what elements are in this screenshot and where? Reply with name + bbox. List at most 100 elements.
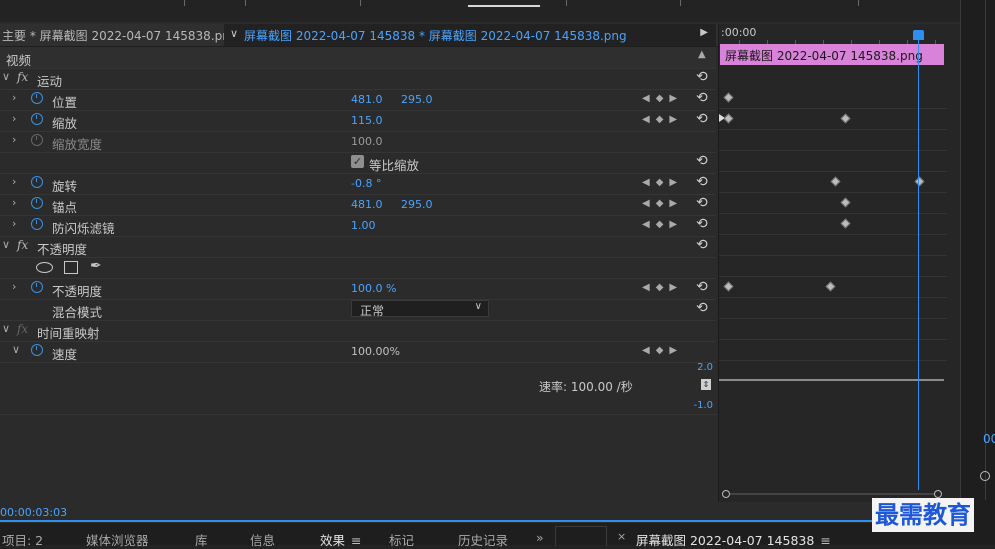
stopwatch-icon[interactable] bbox=[31, 92, 43, 104]
rectangle-mask-icon[interactable] bbox=[64, 261, 78, 274]
anti-flicker-value[interactable]: 1.00 bbox=[351, 219, 376, 232]
anchor-y-value[interactable]: 295.0 bbox=[401, 198, 433, 211]
keyframe-marker[interactable] bbox=[840, 218, 851, 229]
opacity-param-row[interactable]: › 不透明度 100.0 % ◀◆▶ ⟲ bbox=[0, 278, 716, 300]
opacity-effect-row[interactable]: ∨ fx 不透明度 ⟲ bbox=[0, 236, 716, 258]
chevron-right-icon[interactable]: › bbox=[12, 175, 16, 188]
collapse-up-icon[interactable]: ▲ bbox=[698, 49, 706, 60]
chevron-down-icon[interactable]: ∨ bbox=[230, 27, 238, 40]
rotation-value[interactable]: -0.8 ° bbox=[351, 177, 381, 190]
stopwatch-icon[interactable] bbox=[31, 218, 43, 230]
fx-icon[interactable]: fx bbox=[17, 238, 28, 252]
chevron-right-icon[interactable]: › bbox=[12, 133, 16, 146]
rotation-param-row[interactable]: › 旋转 -0.8 ° ◀◆▶ ⟲ bbox=[0, 173, 716, 195]
scale-value[interactable]: 115.0 bbox=[351, 114, 383, 127]
scale-width-param-row[interactable]: › 缩放宽度 100.0 bbox=[0, 131, 716, 153]
stopwatch-icon[interactable] bbox=[31, 113, 43, 125]
keyframe-nav-icon[interactable]: ◀◆▶ bbox=[642, 345, 683, 356]
sequence-clip-selector[interactable]: ∨ 屏幕截图 2022-04-07 145838 * 屏幕截图 2022-04-… bbox=[224, 24, 716, 46]
keyframe-marker[interactable] bbox=[825, 281, 836, 292]
keyframe-marker[interactable] bbox=[723, 92, 734, 103]
ellipse-mask-icon[interactable] bbox=[36, 262, 53, 273]
active-tab-indicator[interactable] bbox=[468, 0, 540, 7]
chevron-right-icon[interactable]: › bbox=[12, 112, 16, 125]
opacity-value[interactable]: 100.0 % bbox=[351, 282, 396, 295]
reset-icon[interactable]: ⟲ bbox=[696, 90, 708, 106]
reset-icon[interactable]: ⟲ bbox=[696, 153, 708, 169]
close-icon[interactable]: × bbox=[617, 530, 626, 543]
keyframe-marker[interactable] bbox=[723, 113, 734, 124]
tab-info[interactable]: 信息 bbox=[250, 530, 275, 549]
tab-markers[interactable]: 标记 bbox=[389, 530, 414, 549]
reset-icon[interactable]: ⟲ bbox=[696, 216, 708, 232]
playhead-line[interactable] bbox=[918, 30, 919, 490]
reset-icon[interactable]: ⟲ bbox=[696, 174, 708, 190]
keyframe-marker[interactable] bbox=[914, 176, 925, 187]
chevron-right-icon[interactable]: › bbox=[12, 196, 16, 209]
current-timecode[interactable]: 00:00:03:03 bbox=[0, 506, 67, 519]
anchor-param-row[interactable]: › 锚点 481.0 295.0 ◀◆▶ ⟲ bbox=[0, 194, 716, 216]
time-remap-effect-row[interactable]: ∨ fx 时间重映射 bbox=[0, 320, 716, 342]
keyframe-nav-icon[interactable]: ◀◆▶ bbox=[642, 219, 683, 230]
stopwatch-icon[interactable] bbox=[31, 281, 43, 293]
keyframe-nav-icon[interactable]: ◀◆▶ bbox=[642, 198, 683, 209]
position-x-value[interactable]: 481.0 bbox=[351, 93, 383, 106]
chevron-down-icon[interactable]: ∨ bbox=[2, 70, 10, 83]
chevron-down-icon[interactable]: ∨ bbox=[12, 343, 20, 356]
scale-param-row[interactable]: › 缩放 115.0 ◀◆▶ ⟲ bbox=[0, 110, 716, 132]
sequence-clip-label[interactable]: 屏幕截图 2022-04-07 145838 * 屏幕截图 2022-04-07… bbox=[244, 27, 627, 44]
stopwatch-icon[interactable] bbox=[31, 344, 43, 356]
position-y-value[interactable]: 295.0 bbox=[401, 93, 433, 106]
anchor-x-value[interactable]: 481.0 bbox=[351, 198, 383, 211]
scroll-handle[interactable] bbox=[980, 471, 990, 481]
keyframe-nav-icon[interactable]: ◀◆▶ bbox=[642, 177, 683, 188]
keyframe-timeline[interactable]: :00:00 屏幕截图 2022-04-07 145838.png bbox=[718, 24, 960, 502]
tab-libraries[interactable]: 库 bbox=[195, 530, 208, 549]
chevron-right-icon[interactable]: › bbox=[12, 280, 16, 293]
fx-icon[interactable]: fx bbox=[17, 70, 28, 84]
tab-effects[interactable]: 效果 ≡ bbox=[320, 530, 362, 549]
reset-icon[interactable]: ⟲ bbox=[696, 195, 708, 211]
reset-icon[interactable]: ⟲ bbox=[696, 69, 708, 85]
motion-effect-row[interactable]: ∨ fx 运动 ⟲ bbox=[0, 68, 716, 90]
keyframe-marker[interactable] bbox=[723, 281, 734, 292]
timeline-zoom-scrollbar[interactable] bbox=[722, 490, 942, 498]
master-clip-label[interactable]: 主要 * 屏幕截图 2022-04-07 145838.png bbox=[2, 27, 237, 44]
more-tabs-icon[interactable]: » bbox=[536, 530, 544, 545]
speed-graph-line[interactable] bbox=[719, 379, 944, 381]
anti-flicker-param-row[interactable]: › 防闪烁滤镜 1.00 ◀◆▶ ⟲ bbox=[0, 215, 716, 237]
keyframe-marker[interactable] bbox=[840, 113, 851, 124]
reset-icon[interactable]: ⟲ bbox=[696, 300, 708, 316]
speed-param-row[interactable]: ∨ 速度 100.00% ◀◆▶ bbox=[0, 341, 716, 363]
keyframe-nav-icon[interactable]: ◀◆▶ bbox=[642, 93, 683, 104]
reset-icon[interactable]: ⟲ bbox=[696, 279, 708, 295]
zoom-scroll-track[interactable] bbox=[730, 493, 934, 495]
keyframe-marker[interactable] bbox=[830, 176, 841, 187]
stopwatch-icon[interactable] bbox=[31, 197, 43, 209]
chevron-right-icon[interactable]: › bbox=[12, 91, 16, 104]
keyframe-nav-icon[interactable]: ◀◆▶ bbox=[642, 114, 683, 125]
uniform-scale-checkbox[interactable]: ✓ bbox=[351, 155, 364, 168]
pen-mask-icon[interactable]: ✒ bbox=[90, 258, 102, 274]
tab-history[interactable]: 历史记录 bbox=[458, 530, 508, 549]
tab-sequence[interactable]: 屏幕截图 2022-04-07 145838 ≡ bbox=[636, 530, 831, 549]
blend-mode-dropdown[interactable]: 正常 ∨ bbox=[351, 300, 489, 318]
zoom-right-handle[interactable] bbox=[934, 490, 942, 498]
speed-value[interactable]: 100.00% bbox=[351, 345, 400, 358]
chevron-right-icon[interactable]: › bbox=[12, 217, 16, 230]
menu-icon[interactable]: ≡ bbox=[351, 533, 361, 548]
stopwatch-icon[interactable] bbox=[31, 176, 43, 188]
menu-icon[interactable]: ≡ bbox=[820, 533, 830, 548]
keyframe-marker[interactable] bbox=[840, 197, 851, 208]
tab-project[interactable]: 项目: 2 bbox=[2, 530, 43, 549]
reset-icon[interactable]: ⟲ bbox=[696, 237, 708, 253]
rate-stepper[interactable]: ⇕ bbox=[701, 379, 711, 390]
chevron-down-icon[interactable]: ∨ bbox=[2, 322, 10, 335]
zoom-left-handle[interactable] bbox=[722, 490, 730, 498]
play-triangle-icon[interactable]: ▶ bbox=[700, 27, 708, 38]
keyframe-nav-icon[interactable]: ◀◆▶ bbox=[642, 282, 683, 293]
tab-media-browser[interactable]: 媒体浏览器 bbox=[86, 530, 149, 549]
chevron-down-icon[interactable]: ∨ bbox=[2, 238, 10, 251]
reset-icon[interactable]: ⟲ bbox=[696, 111, 708, 127]
clip-bar[interactable]: 屏幕截图 2022-04-07 145838.png bbox=[720, 44, 944, 65]
